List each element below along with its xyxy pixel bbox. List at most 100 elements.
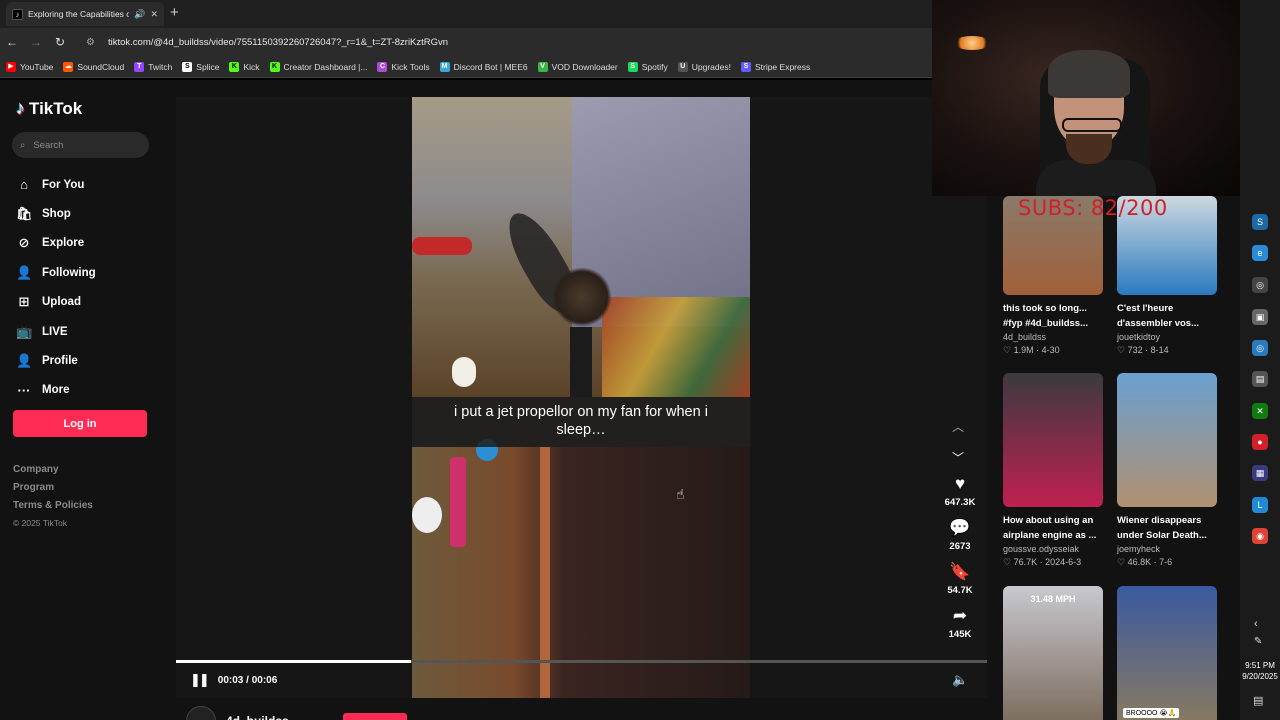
reload-button[interactable]: ↻ (48, 35, 72, 49)
bookmark-item[interactable]: ☁ SoundCloud (63, 61, 124, 72)
edge-icon[interactable]: e (1252, 245, 1268, 261)
author-name[interactable]: 4d_buildss (226, 714, 289, 720)
pause-icon[interactable]: ❚❚ (190, 672, 210, 688)
sidebar-item-label: For You (42, 178, 85, 191)
previous-video-icon[interactable]: ︿ (952, 418, 964, 435)
circle-app-icon[interactable]: ◎ (1252, 340, 1268, 356)
speaker-icon[interactable]: 🔊 (134, 9, 145, 20)
grid-app-icon[interactable]: ▦ (1252, 465, 1268, 481)
chevron-left-icon[interactable]: ‹ (1254, 618, 1258, 630)
obs-icon[interactable]: ◎ (1252, 277, 1268, 293)
site-info-icon[interactable]: ⚙ (86, 37, 100, 48)
tab-strip: ♪ Exploring the Capabilities o... 🔊 ✕ + (0, 0, 932, 28)
recommendation-views: 732 (1127, 345, 1143, 355)
notification-icon[interactable]: ▤ (1253, 694, 1263, 707)
volume-icon[interactable]: 🔈 (952, 672, 968, 688)
recommendation-thumbnail[interactable] (1003, 373, 1103, 507)
sidebar-item-live[interactable]: 📺 LIVE (16, 317, 96, 346)
next-video-icon[interactable]: ﹀ (952, 449, 964, 466)
recommendation-card[interactable]: BROOOO 😭🙏 (1117, 586, 1221, 720)
steam-icon[interactable]: S (1252, 214, 1268, 230)
recommendation-thumbnail[interactable]: 31.48 MPH (1003, 586, 1103, 720)
sidebar-item-profile[interactable]: 👤 Profile (16, 346, 96, 375)
bookmark-item[interactable]: U Upgrades! (677, 61, 731, 72)
new-tab-button[interactable]: + (170, 4, 179, 21)
bookmark-icon: K (229, 61, 240, 72)
chrome-icon[interactable]: ◉ (1252, 528, 1268, 544)
separator-dot: · (1033, 345, 1042, 355)
search-placeholder: Search (33, 139, 64, 151)
sidebar-item-for-you[interactable]: ⌂ For You (16, 170, 96, 199)
bookmark-item[interactable]: K Kick (229, 61, 260, 72)
sidebar-item-label: Profile (42, 355, 78, 368)
share-button[interactable]: ➦ 145K (949, 606, 972, 650)
like-count: 647.3K (944, 497, 976, 508)
taskbar-clock[interactable]: 9:51 PM 9/20/2025 (1240, 660, 1280, 682)
recommendation-thumbnail[interactable] (1117, 373, 1217, 507)
bookmark-label: Twitch (148, 61, 173, 72)
progress-bar[interactable] (176, 660, 987, 663)
bookmark-item[interactable]: T Twitch (134, 61, 173, 72)
live-app-icon[interactable]: L (1252, 497, 1268, 513)
comment-count: 2673 (949, 541, 971, 552)
browser-tab[interactable]: ♪ Exploring the Capabilities o... 🔊 ✕ (6, 2, 164, 26)
video-frame[interactable]: i put a jet propellor on my fan for when… (412, 97, 750, 698)
recommendation-thumbnail[interactable]: BROOOO 😭🙏 (1117, 586, 1217, 720)
controller-icon[interactable]: ▣ (1252, 309, 1268, 325)
sidebar-item-more[interactable]: ··· More (16, 376, 96, 405)
comment-button[interactable]: 💬 2673 (949, 518, 970, 562)
bookmark-item[interactable]: K Creator Dashboard |... (269, 61, 367, 72)
recommendation-card[interactable]: this took so long... #fyp #4d_buildss... 4… (1003, 196, 1107, 356)
recommendation-card[interactable]: Wiener disappears under Solar Death... joe… (1117, 373, 1221, 568)
search-input[interactable]: ⌕ Search (12, 132, 149, 158)
recommendation-title: How about using an (1003, 515, 1094, 526)
sidebar-item-upload[interactable]: ⊞ Upload (16, 288, 96, 317)
back-button[interactable]: ← (0, 35, 24, 49)
footer-link-company[interactable]: Company (13, 464, 93, 482)
video-fan-stand (570, 327, 592, 397)
sidebar-item-label: Upload (42, 296, 81, 309)
bookmark-item[interactable]: ▶ YouTube (6, 61, 54, 72)
footer-link-terms[interactable]: Terms & Policies (13, 500, 93, 518)
following-icon: 👤 (16, 264, 33, 280)
like-button[interactable]: ♥ 647.3K (945, 474, 976, 518)
heart-icon: ♡ (1117, 557, 1128, 567)
sidebar-item-following[interactable]: 👤 Following (16, 258, 96, 287)
address-bar[interactable]: ⚙ tiktok.com/@4d_buildss/video/755115039… (80, 32, 926, 52)
recommendation-card[interactable]: How about using an airplane engine as ...… (1003, 373, 1107, 568)
bookmark-item[interactable]: S Splice (182, 61, 219, 72)
bookmark-item[interactable]: C Kick Tools (377, 61, 430, 72)
printer-icon[interactable]: ▤ (1252, 371, 1268, 387)
tiktok-logo[interactable]: ♪ TikTok (16, 98, 82, 119)
recommendation-author: 4d_buildss (1003, 332, 1047, 342)
recommendation-card[interactable]: C'est l'heure d'assembler vos... jouetkidt… (1117, 196, 1221, 356)
save-button[interactable]: 🔖 54.7K (947, 562, 972, 606)
bookmark-item[interactable]: S Spotify (627, 61, 668, 72)
bookmark-label: Upgrades! (691, 61, 731, 72)
clock-date: 9/20/2025 (1242, 672, 1278, 681)
red-app-icon[interactable]: ● (1252, 434, 1268, 450)
sidebar-item-shop[interactable]: 🛍 Shop (16, 199, 96, 228)
follow-button[interactable] (343, 713, 407, 720)
xbox-icon[interactable]: ✕ (1252, 403, 1268, 419)
logo-text: TikTok (29, 98, 83, 118)
recommendation-views: 46.8K (1127, 557, 1152, 567)
login-button[interactable]: Log in (13, 410, 147, 437)
pen-icon[interactable]: ✎ (1254, 636, 1262, 647)
sidebar-item-label: LIVE (42, 325, 68, 338)
recommendation-date: 8-14 (1150, 345, 1169, 355)
streamer-beanie (1048, 50, 1130, 98)
sidebar-item-explore[interactable]: ⊘ Explore (16, 229, 96, 258)
bookmark-label: YouTube (20, 61, 54, 72)
forward-button[interactable]: → (24, 35, 48, 49)
bookmark-item[interactable]: M Discord Bot | MEE6 (439, 61, 528, 72)
close-icon[interactable]: ✕ (150, 9, 158, 20)
recommendation-meta: ♡ 1.9M · 4-30 (1003, 345, 1107, 356)
video-player[interactable]: i put a jet propellor on my fan for when… (176, 97, 987, 698)
avatar[interactable] (186, 706, 216, 720)
bookmark-item[interactable]: S Stripe Express (740, 61, 810, 72)
footer-link-program[interactable]: Program (13, 482, 93, 500)
sidebar: ♪ TikTok ⌕ Search ⌂ For You 🛍 Shop ⊘ Explore 👤… (0, 80, 170, 720)
recommendation-card[interactable]: 31.48 MPH (1003, 586, 1107, 720)
bookmark-item[interactable]: V VOD Downloader (537, 61, 618, 72)
